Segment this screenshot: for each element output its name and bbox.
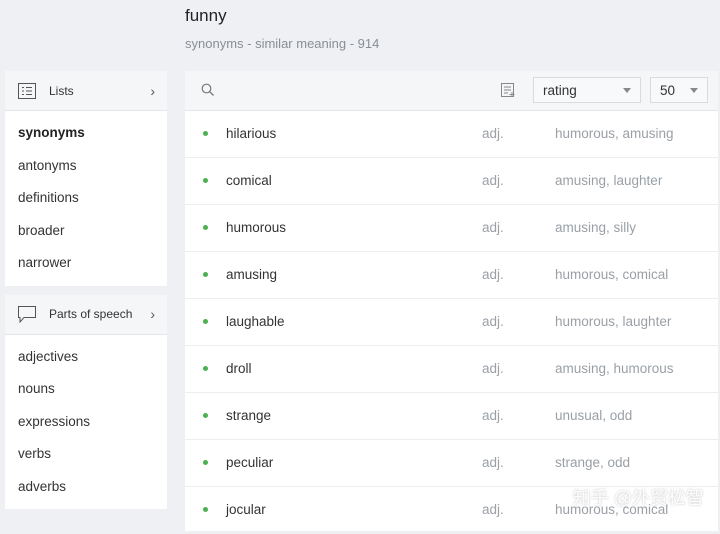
result-pos: adj. — [482, 267, 504, 282]
watermark-text: 知乎 @外贸松智 — [572, 488, 704, 508]
bullet-dot — [203, 460, 208, 465]
list-item[interactable]: peculiar adj. strange, odd — [185, 440, 718, 487]
bullet-dot — [203, 507, 208, 512]
result-related: unusual, odd — [555, 408, 633, 423]
count-select-value: 50 — [660, 82, 676, 98]
bullet-dot — [203, 178, 208, 183]
sort-select[interactable]: rating — [533, 77, 641, 103]
result-word[interactable]: droll — [226, 361, 252, 376]
result-pos: adj. — [482, 173, 504, 188]
result-related: humorous, comical — [555, 267, 669, 282]
bullet-dot — [203, 272, 208, 277]
bullet-dot — [203, 131, 208, 136]
result-related: amusing, silly — [555, 220, 637, 235]
result-word[interactable]: peculiar — [226, 455, 273, 470]
result-word[interactable]: hilarious — [226, 126, 276, 141]
speech-bubble-icon — [17, 305, 37, 323]
result-word[interactable]: amusing — [226, 267, 277, 282]
lists-panel-header[interactable]: Lists › — [5, 71, 167, 111]
list-item[interactable]: laughable adj. humorous, laughter — [185, 299, 718, 346]
sidebar-item-narrower[interactable]: narrower — [5, 247, 167, 280]
caret-down-icon — [690, 88, 698, 93]
result-pos: adj. — [482, 408, 504, 423]
result-word[interactable]: humorous — [226, 220, 286, 235]
page-header: funny synonyms - similar meaning - 914 — [185, 6, 379, 51]
results-panel: rating 50 hilarious adj. humorous, amusi… — [185, 71, 718, 534]
list-icon — [17, 82, 37, 100]
bullet-dot — [203, 366, 208, 371]
list-item[interactable]: humorous adj. amusing, silly — [185, 205, 718, 252]
result-related: humorous, laughter — [555, 314, 672, 329]
caret-down-icon — [623, 88, 631, 93]
bullet-dot — [203, 225, 208, 230]
pos-panel-title: Parts of speech — [49, 307, 133, 321]
lists-menu: synonyms antonyms definitions broader na… — [5, 111, 167, 286]
sidebar-item-antonyms[interactable]: antonyms — [5, 150, 167, 183]
pos-panel-header[interactable]: Parts of speech › — [5, 294, 167, 335]
result-pos: adj. — [482, 220, 504, 235]
sidebar-item-broader[interactable]: broader — [5, 215, 167, 248]
pos-panel: Parts of speech › adjectives nouns expre… — [5, 294, 167, 510]
result-word[interactable]: strange — [226, 408, 271, 423]
list-item[interactable]: hilarious adj. humorous, amusing — [185, 111, 718, 158]
list-item[interactable]: amusing adj. humorous, comical — [185, 252, 718, 299]
sidebar-item-nouns[interactable]: nouns — [5, 373, 167, 406]
results-toolbar: rating 50 — [185, 71, 718, 111]
result-related: amusing, laughter — [555, 173, 663, 188]
result-word[interactable]: jocular — [226, 502, 266, 517]
sidebar-item-expressions[interactable]: expressions — [5, 406, 167, 439]
result-related: humorous, amusing — [555, 126, 674, 141]
sidebar: Lists › synonyms antonyms definitions br… — [5, 71, 167, 518]
chevron-right-icon[interactable]: › — [150, 306, 155, 322]
search-word: funny — [185, 6, 227, 25]
result-pos: adj. — [482, 314, 504, 329]
add-to-list-icon[interactable] — [501, 83, 516, 103]
sidebar-item-verbs[interactable]: verbs — [5, 438, 167, 471]
sidebar-item-adverbs[interactable]: adverbs — [5, 471, 167, 504]
result-word[interactable]: comical — [226, 173, 272, 188]
result-related: amusing, humorous — [555, 361, 674, 376]
result-subtitle: synonyms - similar meaning - 914 — [185, 36, 380, 51]
list-item[interactable]: droll adj. amusing, humorous — [185, 346, 718, 393]
lists-panel: Lists › synonyms antonyms definitions br… — [5, 71, 167, 286]
lists-panel-title: Lists — [49, 83, 74, 98]
result-pos: adj. — [482, 126, 504, 141]
list-item[interactable]: comical adj. amusing, laughter — [185, 158, 718, 205]
result-pos: adj. — [482, 455, 504, 470]
pos-menu: adjectives nouns expressions verbs adver… — [5, 335, 167, 510]
search-icon[interactable] — [201, 83, 215, 102]
bullet-dot — [203, 319, 208, 324]
bullet-dot — [203, 413, 208, 418]
results-list: hilarious adj. humorous, amusing comical… — [185, 111, 718, 534]
chevron-right-icon[interactable]: › — [150, 83, 155, 99]
sidebar-item-adjectives[interactable]: adjectives — [5, 341, 167, 374]
result-pos: adj. — [482, 361, 504, 376]
sort-select-value: rating — [543, 82, 577, 98]
count-select[interactable]: 50 — [650, 77, 708, 103]
result-pos: adj. — [482, 502, 504, 517]
sidebar-item-synonyms[interactable]: synonyms — [5, 117, 167, 150]
list-item[interactable]: strange adj. unusual, odd — [185, 393, 718, 440]
result-related: strange, odd — [555, 455, 631, 470]
result-word[interactable]: laughable — [226, 314, 285, 329]
sidebar-item-definitions[interactable]: definitions — [5, 182, 167, 215]
